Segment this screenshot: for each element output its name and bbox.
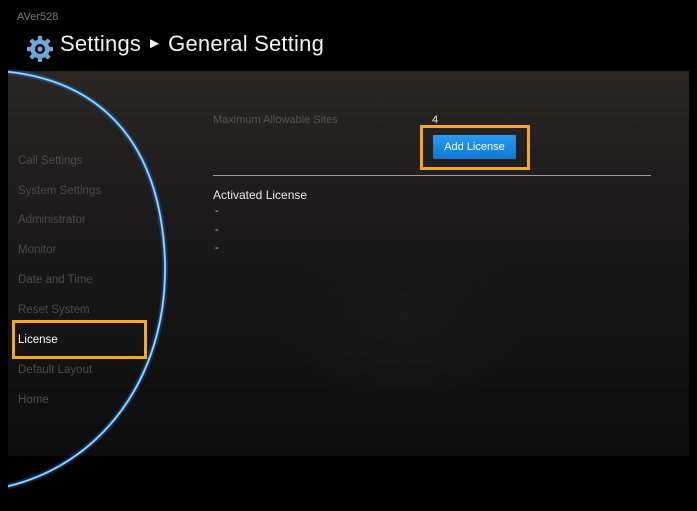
max-sites-label: Maximum Allowable Sites <box>213 114 338 126</box>
gear-icon <box>27 36 53 62</box>
sidebar-item-call-settings[interactable]: Call Settings <box>18 155 83 167</box>
activated-license-entry: - <box>215 205 219 217</box>
tv-screen: AVer528 Settings ► General Setting Call … <box>8 6 689 505</box>
page-title: Settings ► General Setting <box>60 31 324 57</box>
sidebar-item-monitor[interactable]: Monitor <box>18 244 56 256</box>
device-name: AVer528 <box>17 11 59 23</box>
sidebar-item-reset-system[interactable]: Reset System <box>18 304 90 316</box>
activated-license-title: Activated License <box>213 188 308 202</box>
activated-license-entry: - <box>215 242 219 254</box>
sidebar-item-system-settings[interactable]: System Settings <box>18 185 101 197</box>
breadcrumb-general-setting: General Setting <box>168 31 325 56</box>
activated-license-entry: - <box>215 224 219 236</box>
breadcrumb-settings: Settings <box>60 31 142 56</box>
sidebar-item-default-layout[interactable]: Default Layout <box>18 364 92 376</box>
footer-bar <box>8 456 689 505</box>
sidebar-item-home[interactable]: Home <box>18 394 49 406</box>
content-area <box>8 71 689 456</box>
sidebar-item-administrator[interactable]: Administrator <box>18 214 86 226</box>
add-license-highlight-box <box>420 125 530 170</box>
license-highlight-box <box>12 320 147 359</box>
divider <box>213 175 651 176</box>
header-bar: AVer528 Settings ► General Setting <box>8 6 689 71</box>
sidebar-item-date-and-time[interactable]: Date and Time <box>18 274 93 286</box>
breadcrumb-separator-icon: ► <box>147 35 163 52</box>
